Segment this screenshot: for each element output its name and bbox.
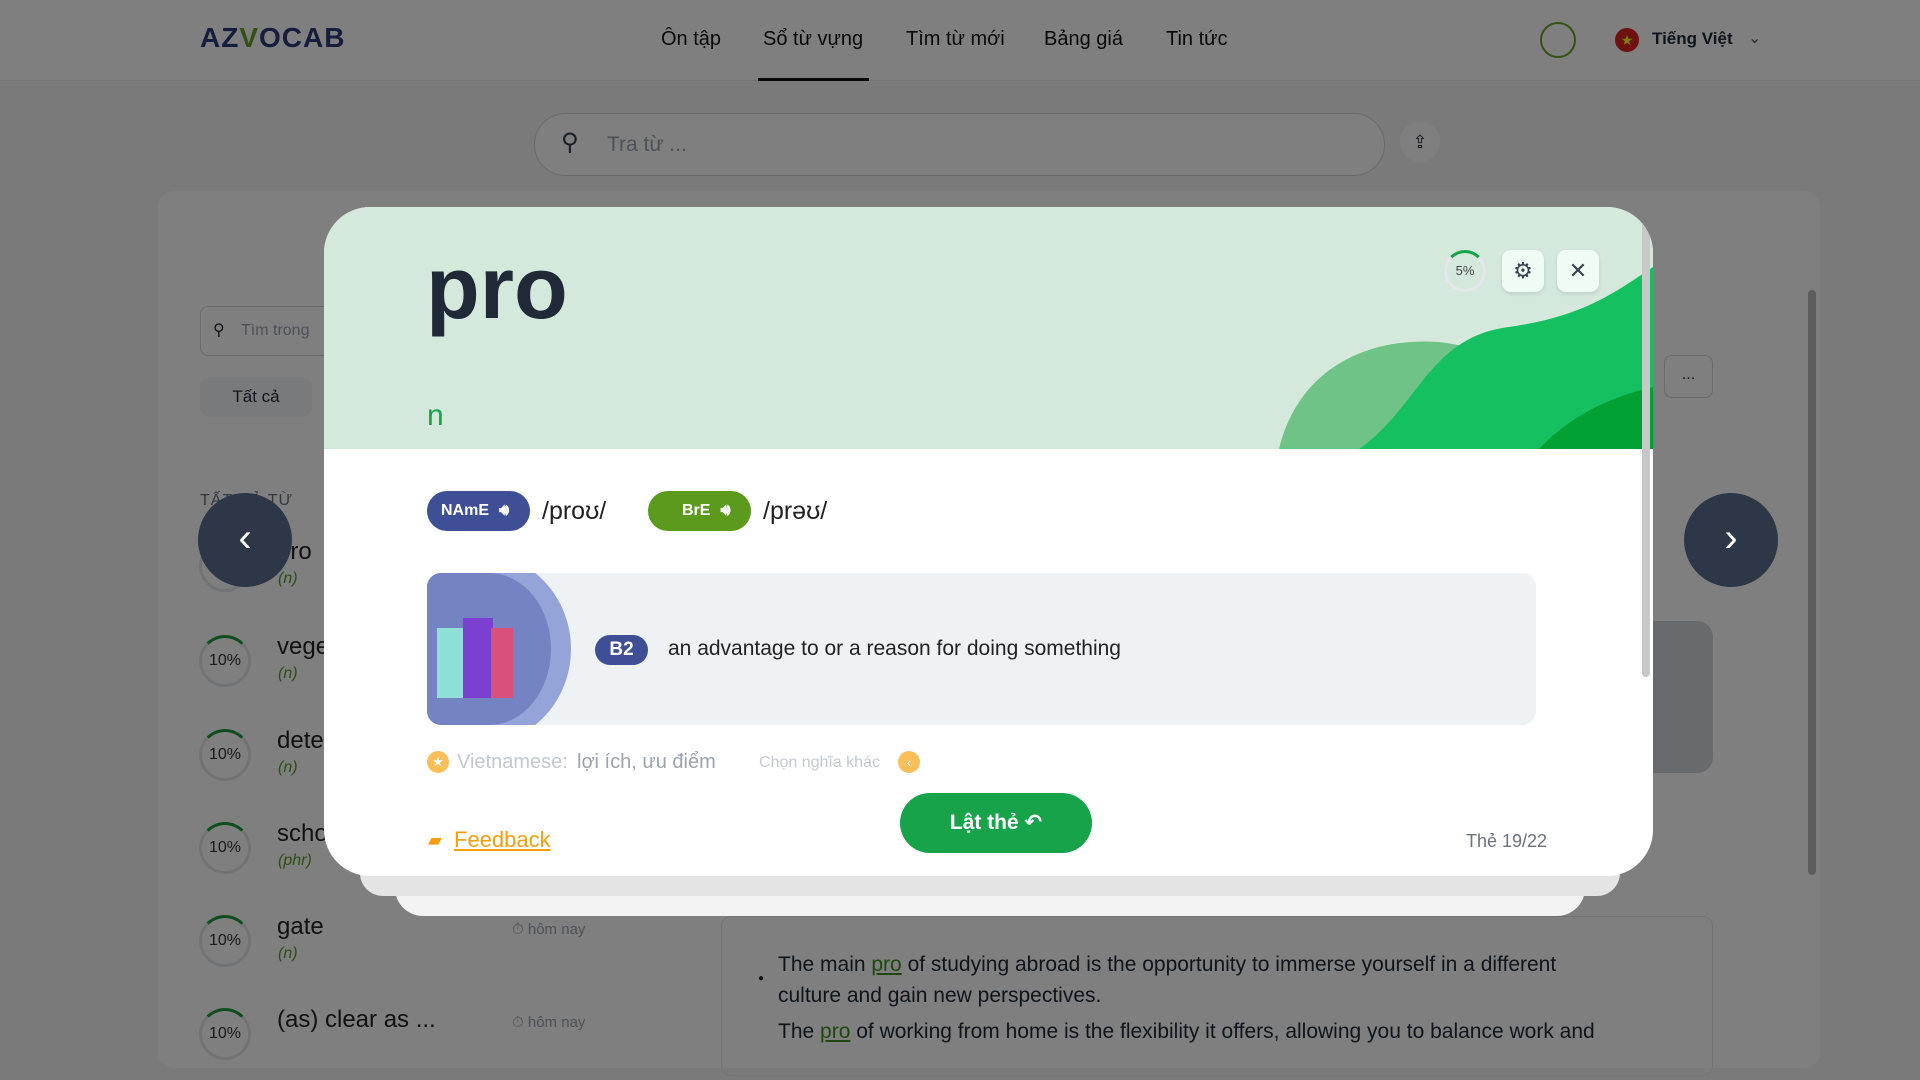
vietnamese-label: Vietnamese: (457, 751, 568, 773)
progress-ring: 5% (1444, 250, 1486, 292)
choose-other-meaning[interactable]: Chọn nghĩa khác (759, 754, 880, 772)
prev-card-button[interactable]: ‹ (198, 493, 292, 587)
name-audio-button[interactable]: NAmE 🔊︎ (427, 491, 530, 531)
books-illustration (427, 573, 551, 725)
modal-scrollbar[interactable] (1642, 207, 1650, 677)
definition-box: B2 an advantage to or a reason for doing… (427, 573, 1536, 725)
feedback-icon: ▰ (428, 830, 442, 850)
vietnamese-meaning: lợi ích, ưu điểm (577, 751, 716, 773)
speaker-icon: 🔊︎ (720, 502, 731, 519)
flip-icon: ↶ (1024, 811, 1043, 834)
bre-audio-button[interactable]: BrE 🔊︎ (648, 491, 751, 531)
bre-ipa: /prəʊ/ (763, 497, 828, 525)
flip-card-button[interactable]: Lật thẻ ↶ (900, 793, 1092, 853)
feedback-link[interactable]: Feedback (454, 827, 551, 853)
card-header: pro n 5% ⚙ ✕ (324, 207, 1653, 449)
star-icon: ★ (427, 751, 449, 773)
next-card-button[interactable]: › (1684, 493, 1778, 587)
chevron-left-icon[interactable]: ‹ (898, 751, 920, 773)
name-ipa: /proʊ/ (542, 497, 607, 525)
card-counter: Thẻ 19/22 (1466, 831, 1548, 851)
card-pos: n (427, 399, 444, 432)
definition-text: an advantage to or a reason for doing so… (668, 637, 1121, 660)
level-badge: B2 (595, 635, 648, 665)
speaker-icon: 🔊︎ (499, 502, 510, 519)
close-icon[interactable]: ✕ (1557, 250, 1599, 292)
flashcard-modal: pro n 5% ⚙ ✕ NAmE 🔊︎ /proʊ/ BrE 🔊︎ /prəʊ/ … (324, 207, 1653, 876)
card-word: pro (426, 238, 568, 337)
gear-icon[interactable]: ⚙ (1502, 250, 1544, 292)
